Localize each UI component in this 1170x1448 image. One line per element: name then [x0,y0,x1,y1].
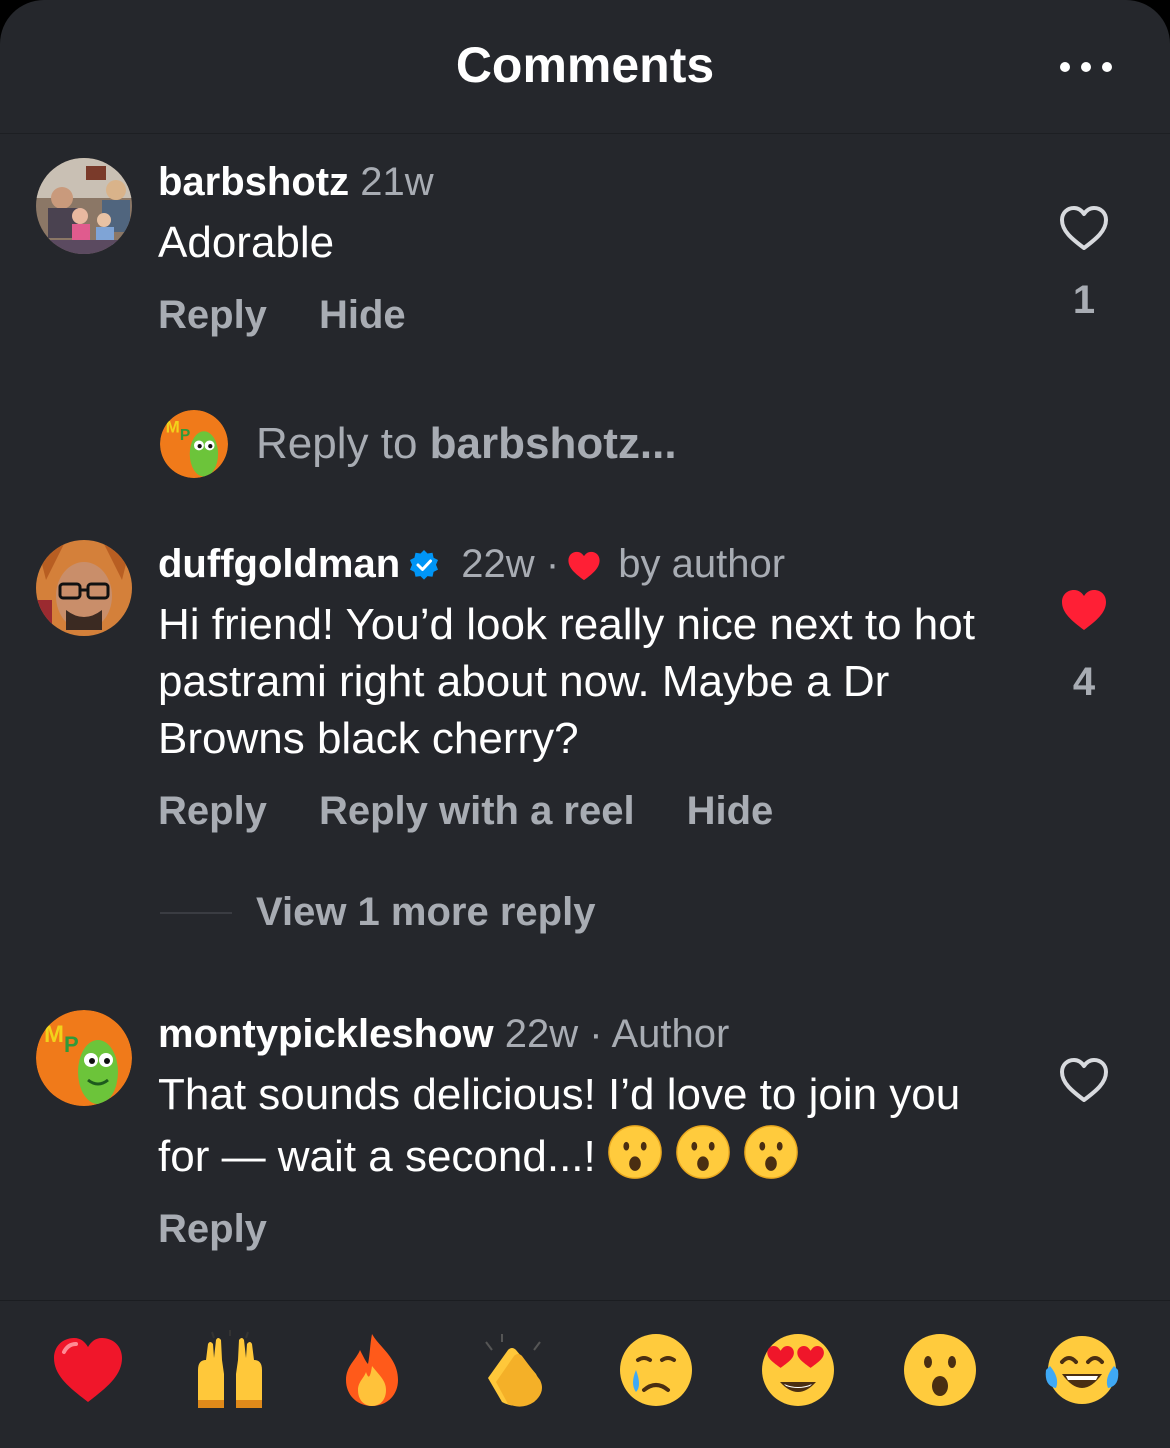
comment-text-wrap: That sounds delicious! I’d love to join … [158,1066,980,1185]
like-button[interactable]: 4 [1054,586,1114,705]
comment-body: duffgoldman 22w · by author Hi friend! Y… [158,540,980,834]
heart-filled-icon [1062,590,1106,630]
view-more-replies-button[interactable]: View 1 more reply [160,890,595,935]
reply-username: barbshotz [429,419,640,468]
red-heart-emoji-icon[interactable] [48,1330,128,1410]
comment-actions: Reply Hide [158,293,980,338]
divider-line [160,911,232,914]
fire-emoji-icon[interactable] [332,1330,412,1410]
like-count: 1 [1072,278,1096,322]
comment-meta: barbshotz 21w [158,158,980,206]
reply-placeholder: Reply to barbshotz... [256,419,677,469]
reply-button[interactable]: Reply [158,293,267,338]
comment-text: Hi friend! You’d look really nice next t… [158,600,975,763]
astonished-face-emoji-icon [743,1125,798,1179]
emoji-quick-bar [0,1300,1170,1448]
like-button[interactable] [1054,1056,1114,1104]
svg-text:M: M [166,418,180,437]
hide-button[interactable]: Hide [687,789,774,834]
heart-outline-icon [1060,1058,1108,1102]
reply-button[interactable]: Reply [158,1207,267,1252]
author-badge: Author [611,1012,730,1056]
timestamp: 21w [360,160,434,204]
like-count: 4 [1072,660,1096,704]
svg-text:M: M [44,1021,64,1048]
comment-body: barbshotz 21w Adorable Reply Hide [158,158,980,338]
like-button[interactable]: 1 [1054,204,1114,323]
comment-actions: Reply [158,1207,980,1252]
separator-dot: · [545,542,560,586]
comment-meta: duffgoldman 22w · by author [158,540,980,588]
header: Comments [0,0,1170,134]
comment-actions: Reply Reply with a reel Hide [158,789,980,834]
astonished-face-emoji-icon[interactable] [900,1330,980,1410]
avatar[interactable] [36,540,132,636]
liked-by-author-label: by author [618,542,786,586]
raising-hands-emoji-icon[interactable] [190,1329,270,1410]
reply-prefix: Reply to [256,419,430,468]
reply-input[interactable]: M P Reply to barbshotz... [160,410,677,478]
reply-suffix: ... [639,419,677,468]
heart-outline-icon [1060,206,1108,250]
view-more-label: View 1 more reply [256,890,596,934]
separator-dot: · [589,1012,603,1056]
avatar[interactable]: M P [36,1010,132,1106]
username[interactable]: barbshotz [158,160,349,204]
svg-text:P: P [64,1032,79,1057]
username[interactable]: montypickleshow [158,1012,494,1056]
comment-text: Adorable [158,218,335,267]
hide-button[interactable]: Hide [319,293,406,338]
heart-filled-icon [568,551,600,581]
page-title: Comments [455,37,715,93]
avatar[interactable] [36,158,132,254]
timestamp: 22w [504,1012,579,1056]
svg-text:P: P [180,427,190,444]
tears-of-joy-emoji-icon[interactable] [1042,1330,1122,1410]
heart-eyes-emoji-icon[interactable] [758,1330,838,1410]
clapping-hands-emoji-icon[interactable] [474,1330,554,1410]
more-options-icon[interactable] [1060,60,1112,74]
comment-body: montypickleshow 22w · Author That sounds… [158,1010,980,1252]
astonished-face-emoji-icon [675,1125,730,1179]
comment-text: That sounds delicious! I’d love to join … [158,1070,961,1181]
comments-sheet: Comments barbshotz 21w Adorable Reply Hi… [0,0,1170,1448]
verified-badge-icon [410,550,439,580]
astonished-face-emoji-icon [607,1125,662,1179]
comment-meta: montypickleshow 22w · Author [158,1010,980,1058]
username[interactable]: duffgoldman [158,542,400,586]
reply-with-reel-button[interactable]: Reply with a reel [319,789,635,834]
crying-face-emoji-icon[interactable] [616,1330,696,1410]
timestamp: 22w [461,542,535,586]
reply-button[interactable]: Reply [158,789,267,834]
current-user-avatar: M P [160,410,228,478]
